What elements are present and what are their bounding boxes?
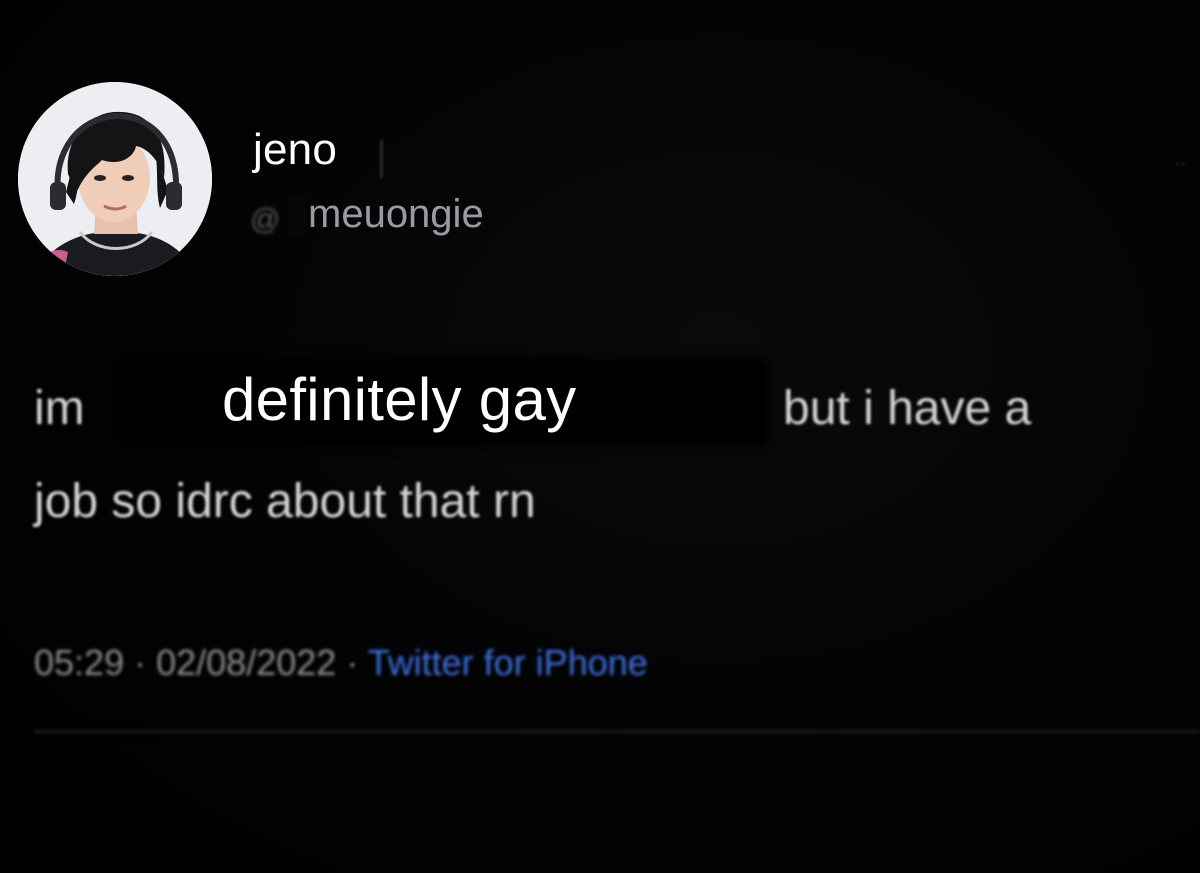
at-symbol: @ <box>250 203 281 236</box>
more-dots-icon[interactable]: ·· <box>1174 150 1187 176</box>
tweet-text-overlay: definitely gay <box>222 366 577 433</box>
author-display-name[interactable]: jeno <box>253 128 337 172</box>
tweet-screenshot: jeno @ meuongie ·· im definitely gay but… <box>0 0 1200 873</box>
profile-photo-icon <box>18 82 212 276</box>
meta-separator: · <box>134 642 157 683</box>
text-cursor-mark <box>380 140 383 178</box>
meta-separator: · <box>346 642 368 683</box>
avatar[interactable] <box>18 82 212 276</box>
tweet-date[interactable]: 02/08/2022 <box>156 642 336 683</box>
tweet-source-link[interactable]: Twitter for iPhone <box>368 642 648 683</box>
tweet-text-tail: but i have a <box>783 382 1032 435</box>
tweet-text-word: im <box>34 382 85 435</box>
tweet-time[interactable]: 05:29 <box>34 642 124 683</box>
author-handle[interactable]: meuongie <box>308 194 484 234</box>
tweet-text-line-2: job so idrc about that rn <box>34 475 536 528</box>
handle-patch <box>287 196 307 236</box>
divider <box>34 730 1200 733</box>
tweet-meta: 05:29 · 02/08/2022 · Twitter for iPhone <box>34 645 648 681</box>
